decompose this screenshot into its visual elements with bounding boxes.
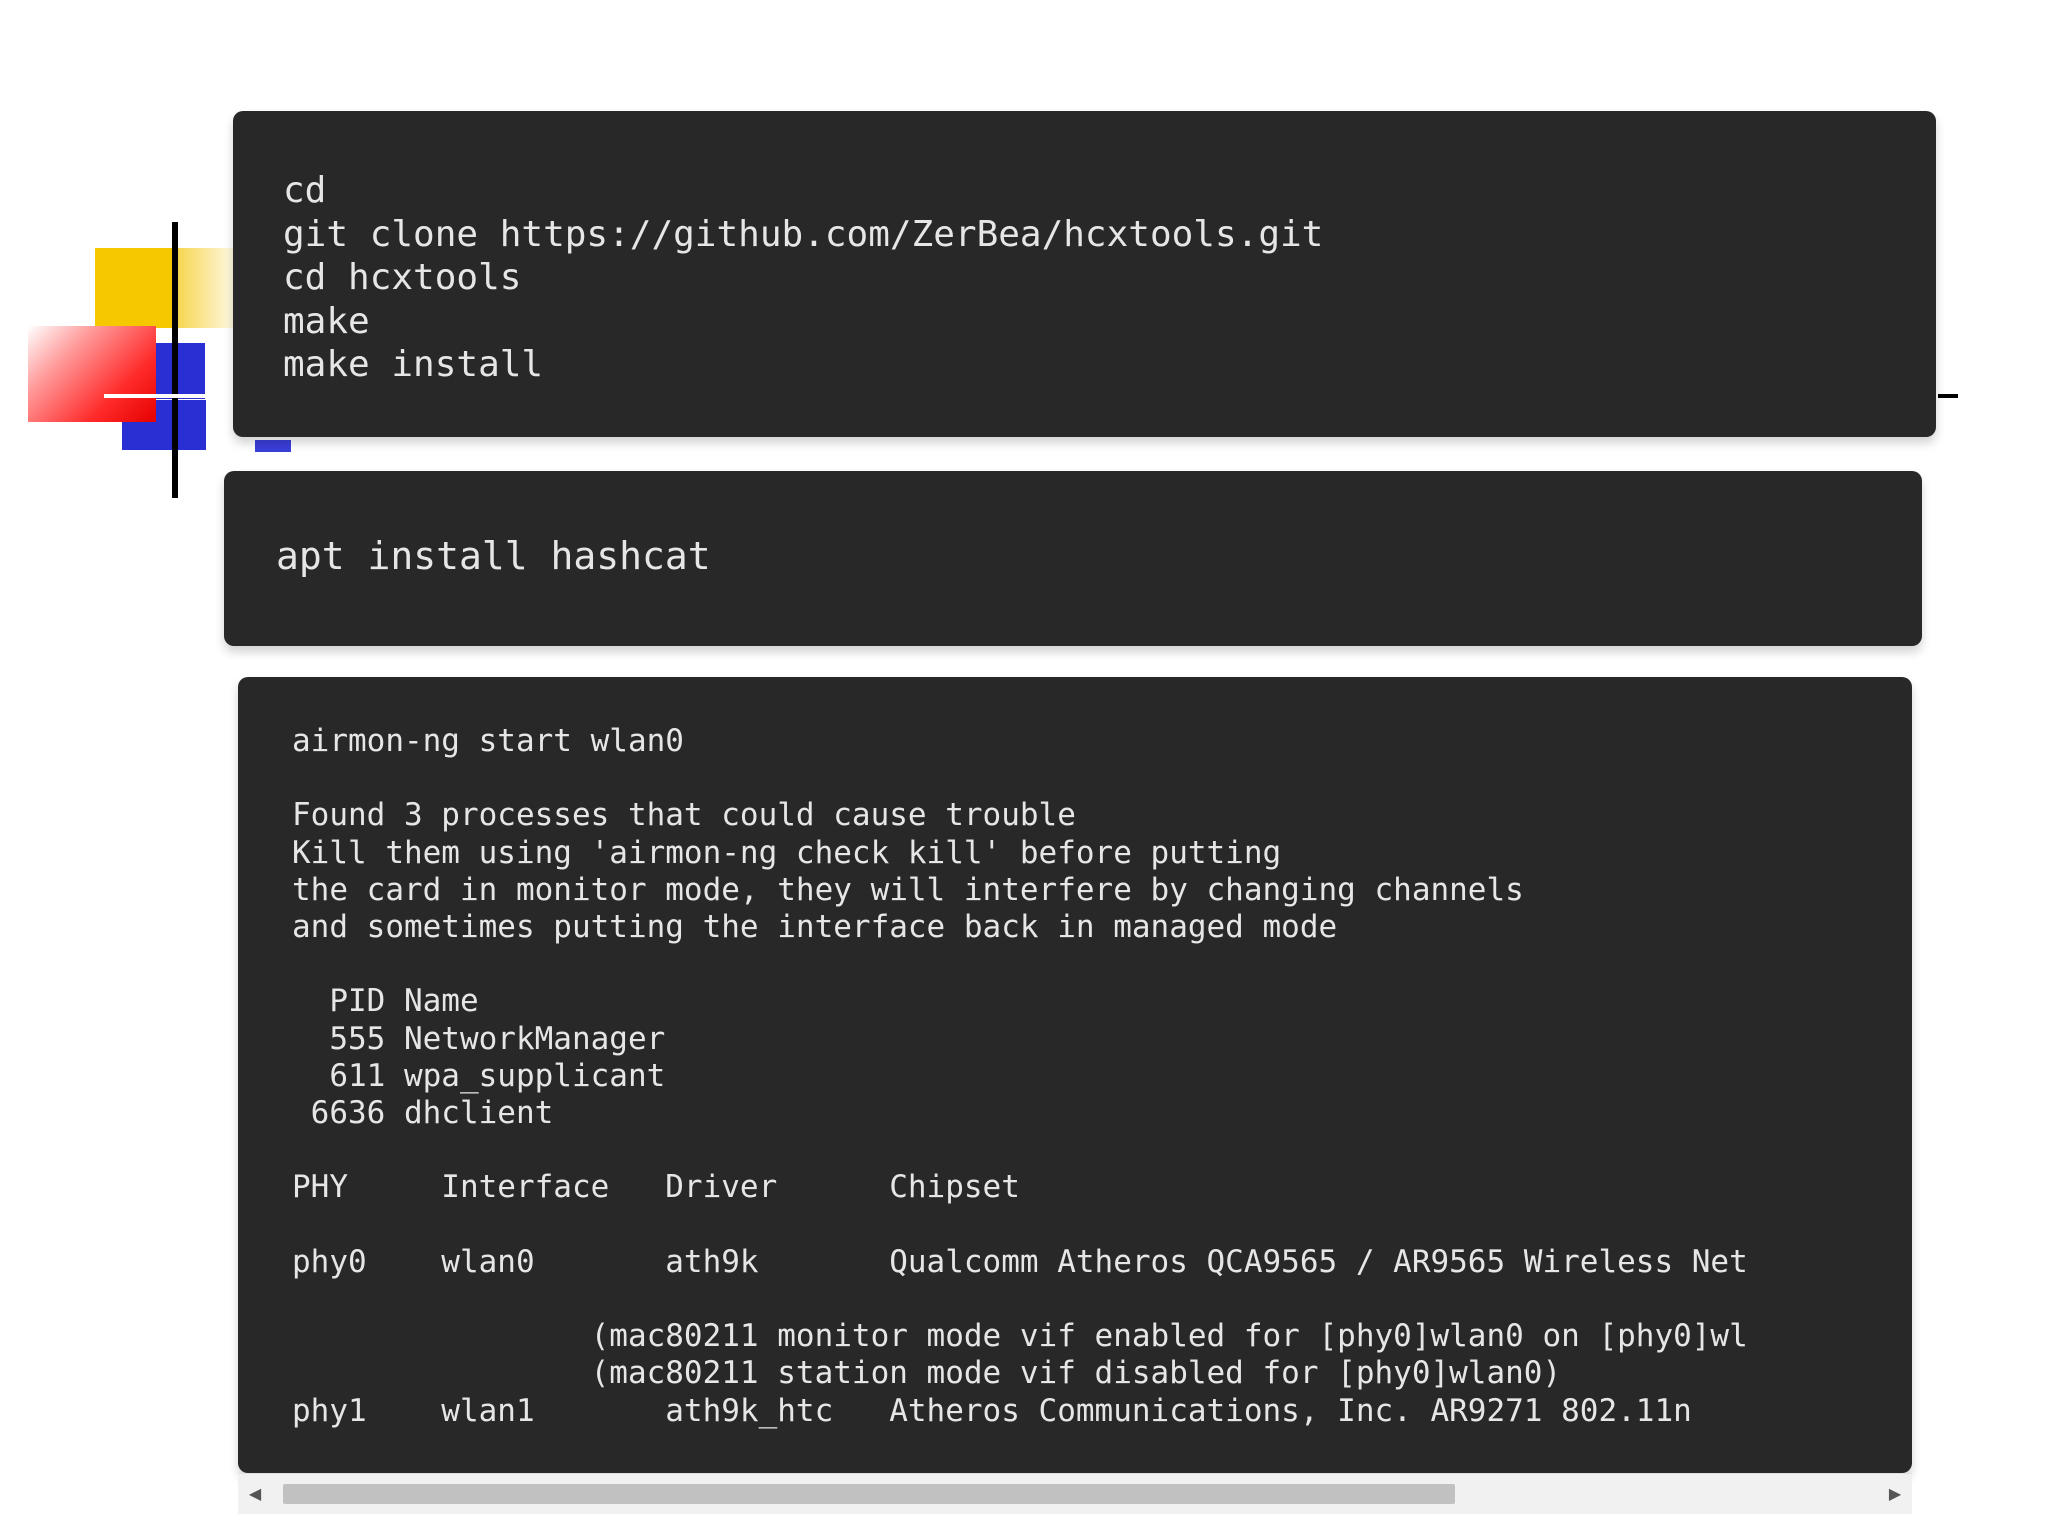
scrollbar-thumb[interactable]	[283, 1484, 1455, 1504]
decorative-red-gradient-square	[28, 326, 156, 422]
code-line: Kill them using 'airmon-ng check kill' b…	[292, 834, 1282, 871]
code-line: and sometimes putting the interface back…	[292, 909, 1338, 946]
code-lines: airmon-ng start wlan0 Found 3 processes …	[292, 723, 1748, 1430]
code-lines: cd git clone https://github.com/ZerBea/h…	[283, 169, 1323, 387]
code-block-hashcat-install[interactable]: apt install hashcat	[224, 471, 1922, 646]
code-line: phy1 wlan1 ath9k_htc Atheros Communicati…	[292, 1392, 1692, 1429]
code-line: airmon-ng start wlan0	[292, 723, 684, 759]
decorative-blue-tab	[255, 440, 291, 452]
code-line: Found 3 processes that could cause troub…	[292, 797, 1076, 834]
code-line: PID Name	[292, 983, 479, 1020]
decorative-horizontal-line-end	[1938, 394, 1958, 398]
code-line: 611 wpa_supplicant	[292, 1057, 666, 1094]
code-block-hcxtools-install[interactable]: cd git clone https://github.com/ZerBea/h…	[233, 111, 1936, 437]
decorative-vertical-line	[172, 222, 178, 498]
code-lines: apt install hashcat	[276, 533, 711, 579]
code-line: 555 NetworkManager	[292, 1020, 666, 1057]
code-line: phy0 wlan0 ath9k Qualcomm Atheros QCA956…	[292, 1243, 1748, 1280]
code-line: the card in monitor mode, they will inte…	[292, 871, 1524, 908]
code-line: make install	[283, 344, 544, 385]
code-line: cd hcxtools	[283, 257, 522, 298]
code-block-airmon-output[interactable]: airmon-ng start wlan0 Found 3 processes …	[238, 677, 1912, 1473]
code-line: PHY Interface Driver Chipset	[292, 1169, 1020, 1206]
code-line: git clone https://github.com/ZerBea/hcxt…	[283, 213, 1324, 255]
code-line: apt install hashcat	[276, 534, 711, 578]
code-line: cd	[283, 170, 327, 211]
decorative-blue-square	[155, 343, 205, 399]
scroll-left-arrow-icon[interactable]: ◀	[238, 1474, 272, 1514]
code-line: 6636 dhclient	[292, 1095, 554, 1132]
scroll-right-arrow-icon[interactable]: ▶	[1878, 1474, 1912, 1514]
code-line: (mac80211 station mode vif disabled for …	[292, 1355, 1562, 1392]
decorative-yellow-square	[95, 248, 175, 328]
code-line: (mac80211 monitor mode vif enabled for […	[292, 1318, 1748, 1355]
horizontal-scrollbar[interactable]: ◀ ▶	[238, 1473, 1912, 1514]
code-line: make	[283, 300, 370, 342]
